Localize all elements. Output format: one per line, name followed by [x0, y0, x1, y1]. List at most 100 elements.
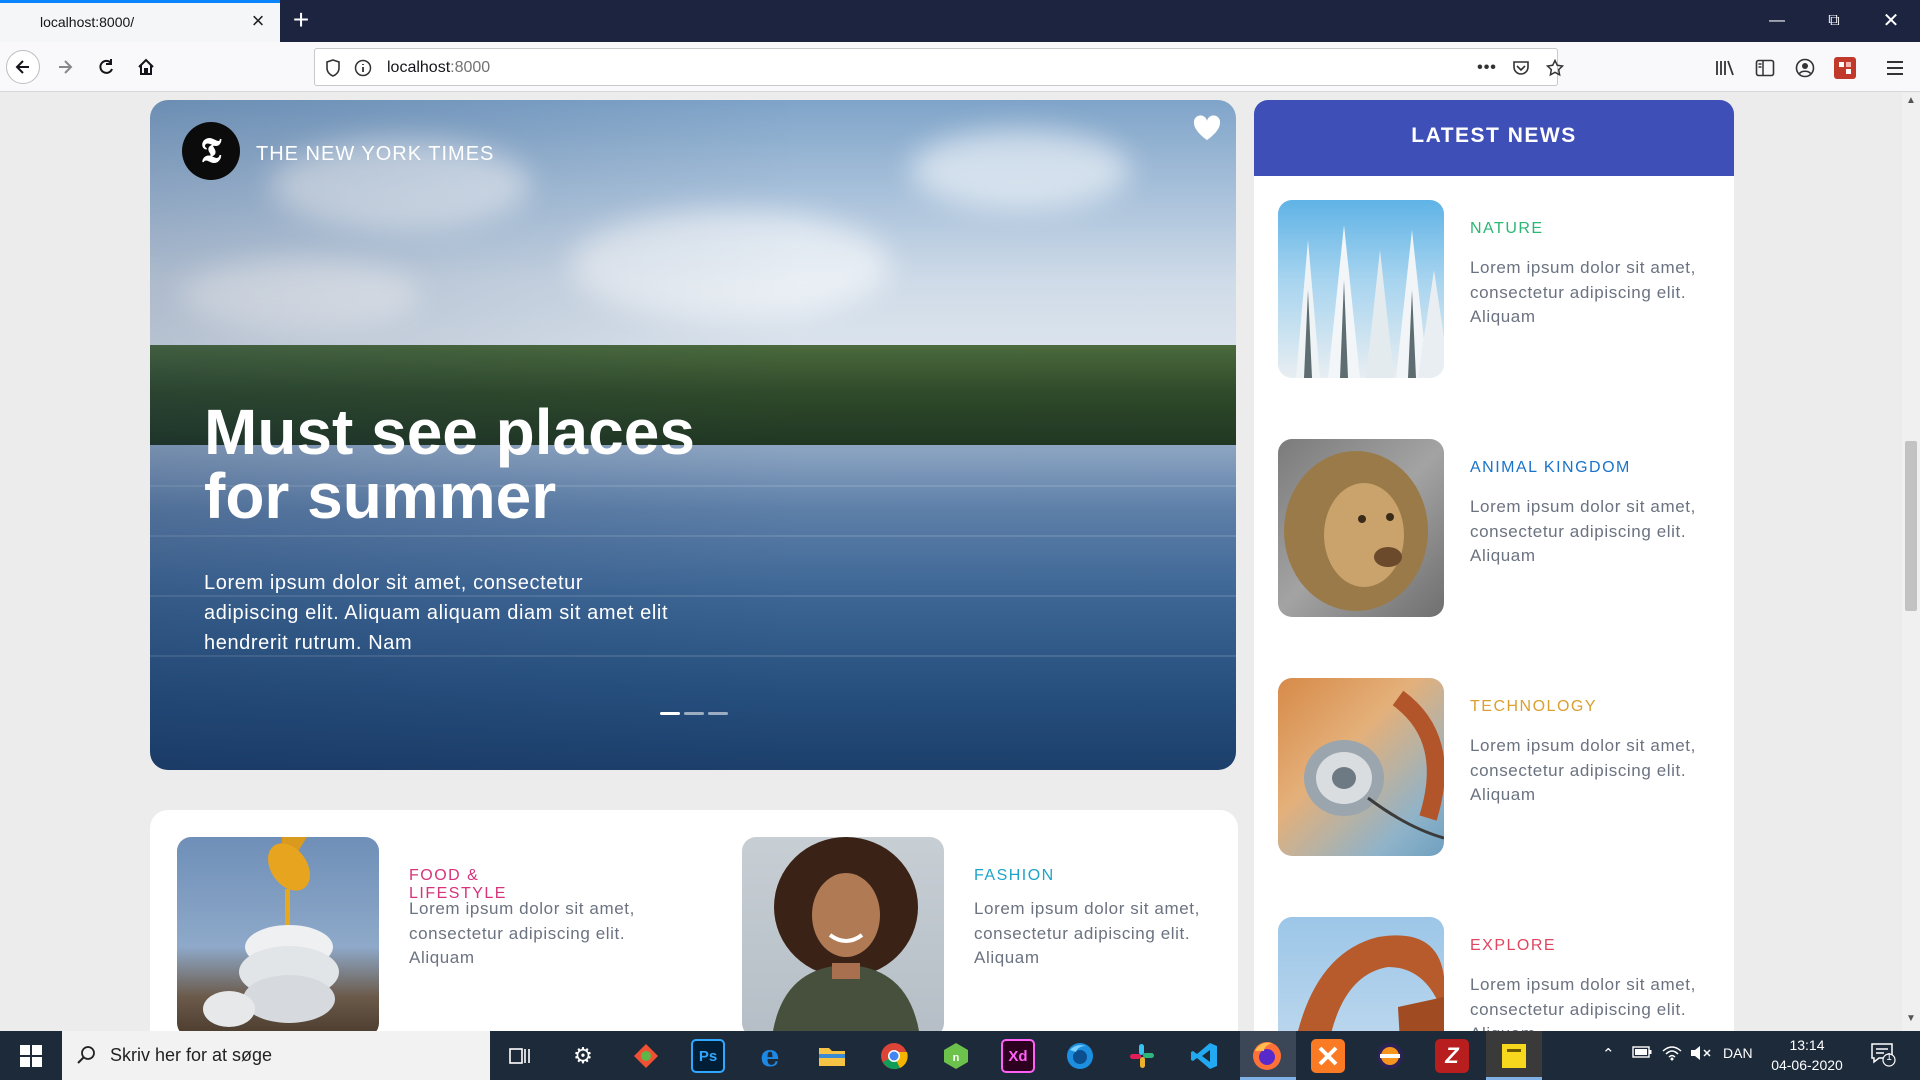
- library-icon[interactable]: [1714, 57, 1736, 79]
- news-category: TECHNOLOGY: [1470, 698, 1598, 715]
- news-excerpt: Lorem ipsum dolor sit amet, consectetur …: [1470, 975, 1696, 1031]
- bookmark-star-icon[interactable]: [1545, 58, 1565, 78]
- windows-logo-icon: [20, 1044, 42, 1067]
- vscode-icon[interactable]: [1187, 1039, 1221, 1073]
- scroll-up-icon[interactable]: ▲: [1902, 95, 1920, 111]
- pocket-icon[interactable]: [1511, 58, 1531, 78]
- action-center-icon[interactable]: 1: [1870, 1041, 1896, 1071]
- wifi-icon[interactable]: [1662, 1045, 1682, 1065]
- scroll-thumb[interactable]: [1905, 441, 1917, 611]
- portrait-image: [742, 837, 944, 1031]
- filezilla-icon[interactable]: Z: [1435, 1039, 1469, 1073]
- hero-title[interactable]: Must see places for summer: [204, 400, 824, 528]
- restore-icon[interactable]: ⧉: [1814, 8, 1854, 34]
- volume-muted-icon[interactable]: [1690, 1045, 1712, 1065]
- nyt-logo: 𝕿: [182, 122, 240, 180]
- close-tab-icon[interactable]: ×: [246, 9, 270, 33]
- article-excerpt: Lorem ipsum dolor sit amet, consectetur …: [409, 899, 635, 967]
- carousel-dot[interactable]: [660, 712, 680, 715]
- news-category: EXPLORE: [1470, 937, 1557, 954]
- search-icon: [77, 1046, 95, 1064]
- new-tab-button[interactable]: +: [286, 6, 316, 36]
- hero-card[interactable]: 𝕿 THE NEW YORK TIMES Must see places for…: [150, 100, 1236, 770]
- tab-title: localhost:8000/: [40, 14, 135, 30]
- menu-icon[interactable]: [1884, 57, 1906, 79]
- url-bar[interactable]: localhost:8000 •••: [314, 48, 1564, 86]
- settings-gear-icon[interactable]: ⚙: [566, 1039, 600, 1073]
- page-scrollbar[interactable]: ▲ ▼: [1902, 93, 1920, 1031]
- window-close-icon[interactable]: ✕: [1871, 8, 1911, 34]
- firefox-dev-icon[interactable]: [1063, 1039, 1097, 1073]
- article-category: FASHION: [974, 867, 1055, 884]
- input-language[interactable]: DAN: [1723, 1045, 1753, 1061]
- arch-image: [1278, 917, 1444, 1031]
- svg-text:n: n: [953, 1052, 960, 1064]
- news-category: ANIMAL KINGDOM: [1470, 459, 1631, 476]
- search-placeholder: Skriv her for at søge: [110, 1045, 273, 1065]
- lion-image: [1278, 439, 1444, 617]
- latest-news-panel: LATEST NEWS NATURE Lorem ipsum dolor sit…: [1254, 100, 1734, 1031]
- news-item-nature[interactable]: NATURE Lorem ipsum dolor sit amet, conse…: [1278, 200, 1718, 378]
- url-text[interactable]: localhost:8000: [387, 59, 490, 77]
- firefox-icon[interactable]: [1250, 1039, 1284, 1073]
- chrome-icon[interactable]: [877, 1039, 911, 1073]
- carousel-indicators: [660, 712, 728, 715]
- browser-titlebar: localhost:8000/ × + — ⧉ ✕: [0, 0, 1920, 42]
- notification-count: 1: [1886, 1052, 1892, 1063]
- nodejs-icon[interactable]: n: [939, 1039, 973, 1073]
- browser-tab[interactable]: localhost:8000/ ×: [0, 0, 280, 42]
- forward-button[interactable]: [48, 50, 82, 84]
- slack-icon[interactable]: [1125, 1039, 1159, 1073]
- headphones-image: [1278, 678, 1444, 856]
- home-button[interactable]: [129, 50, 163, 84]
- back-button[interactable]: [6, 50, 40, 84]
- tracking-shield-icon[interactable]: [323, 58, 343, 78]
- hero-description: Lorem ipsum dolor sit amet, consectetur …: [204, 572, 669, 654]
- home-icon: [138, 58, 154, 75]
- source-name: THE NEW YORK TIMES: [256, 143, 495, 165]
- scroll-down-icon[interactable]: ▼: [1902, 1013, 1920, 1029]
- article-excerpt: Lorem ipsum dolor sit amet, consectetur …: [974, 899, 1200, 967]
- snowy-forest-image: [1278, 200, 1444, 378]
- windows-taskbar: Skriv her for at søge ⚙ Ps e n Xd Z ⌃ DA…: [0, 1031, 1920, 1080]
- articles-card: FOOD & LIFESTYLE Lorem ipsum dolor sit a…: [150, 810, 1238, 1031]
- heart-icon[interactable]: [1192, 114, 1222, 142]
- sidebar-icon[interactable]: [1754, 57, 1776, 79]
- reload-icon: [99, 59, 113, 74]
- account-icon[interactable]: [1794, 57, 1816, 79]
- sticky-notes-icon[interactable]: [1497, 1039, 1531, 1073]
- news-item-technology[interactable]: TECHNOLOGY Lorem ipsum dolor sit amet, c…: [1278, 678, 1718, 856]
- news-item-animal-kingdom[interactable]: ANIMAL KINGDOM Lorem ipsum dolor sit ame…: [1278, 439, 1718, 617]
- minimize-icon[interactable]: —: [1757, 8, 1797, 34]
- news-category: NATURE: [1470, 220, 1544, 237]
- taskbar-clock[interactable]: 13:14 04-06-2020: [1762, 1035, 1852, 1075]
- latest-news-title: LATEST NEWS: [1411, 124, 1577, 147]
- carousel-dot[interactable]: [684, 712, 704, 715]
- photoshop-icon[interactable]: Ps: [691, 1039, 725, 1073]
- site-info-icon[interactable]: [353, 58, 373, 78]
- reload-button[interactable]: [89, 50, 123, 84]
- eclipse-icon[interactable]: [1373, 1039, 1407, 1073]
- page-actions-icon[interactable]: •••: [1477, 58, 1497, 78]
- edge-icon[interactable]: e: [753, 1039, 787, 1074]
- back-arrow-icon: [15, 60, 29, 74]
- adobe-xd-icon[interactable]: Xd: [1001, 1039, 1035, 1073]
- extension-icon[interactable]: [1834, 57, 1856, 79]
- git-kraken-icon[interactable]: [629, 1039, 663, 1073]
- taskbar-search[interactable]: Skriv her for at søge: [62, 1031, 490, 1080]
- latest-news-header: LATEST NEWS: [1254, 100, 1734, 176]
- news-excerpt: Lorem ipsum dolor sit amet, consectetur …: [1470, 497, 1696, 565]
- news-excerpt: Lorem ipsum dolor sit amet, consectetur …: [1470, 736, 1696, 804]
- show-hidden-icons-icon[interactable]: ⌃: [1602, 1045, 1615, 1063]
- page-viewport: 𝕿 THE NEW YORK TIMES Must see places for…: [0, 93, 1920, 1031]
- honey-image: [177, 837, 379, 1031]
- news-excerpt: Lorem ipsum dolor sit amet, consectetur …: [1470, 258, 1696, 326]
- start-button[interactable]: [0, 1031, 62, 1080]
- carousel-dot[interactable]: [708, 712, 728, 715]
- browser-navbar: localhost:8000 •••: [0, 42, 1920, 92]
- battery-icon[interactable]: [1632, 1045, 1652, 1062]
- task-view-icon[interactable]: [503, 1039, 537, 1073]
- xampp-icon[interactable]: [1311, 1039, 1345, 1073]
- file-explorer-icon[interactable]: [815, 1039, 849, 1073]
- news-item-explore[interactable]: EXPLORE Lorem ipsum dolor sit amet, cons…: [1278, 917, 1718, 1031]
